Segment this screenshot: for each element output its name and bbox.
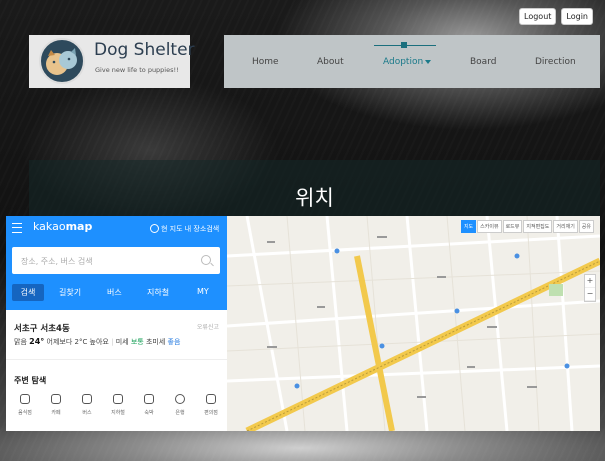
menu-icon[interactable]: [12, 223, 22, 233]
search-placeholder: 장소, 주소, 버스 검색: [21, 257, 93, 266]
map-cadastral[interactable]: 지적편집도: [523, 220, 553, 233]
nav-about[interactable]: About: [317, 57, 344, 67]
map-streets: [227, 216, 600, 431]
nav-adoption[interactable]: Adoption: [383, 57, 432, 67]
category-bank[interactable]: 은행: [166, 394, 194, 416]
nav-board[interactable]: Board: [470, 57, 496, 67]
nearby-categories: 음식점 카페 버스 지하철 숙박 은행 편의점: [8, 394, 225, 424]
zoom-in-icon[interactable]: +: [585, 275, 595, 288]
brand-slogan: Give new life to puppies!!: [95, 66, 179, 74]
section-banner: 위치: [29, 160, 600, 220]
tab-bus[interactable]: 버스: [107, 287, 122, 298]
login-button[interactable]: Login: [561, 8, 593, 25]
location-address: 서초구 서초4동: [14, 324, 70, 334]
active-indicator: [374, 42, 436, 48]
zoom-control: + −: [584, 274, 596, 302]
nav-home[interactable]: Home: [252, 57, 279, 67]
category-cafe[interactable]: 카페: [42, 394, 70, 416]
map-share[interactable]: 공유: [578, 220, 594, 233]
tab-search[interactable]: 검색: [12, 284, 44, 301]
map-panel-header: kakaomap 현 지도 내 장소검색 장소, 주소, 버스 검색 검색 길찾…: [6, 216, 227, 310]
kakaomap-logo[interactable]: kakaomap: [33, 220, 92, 233]
current-area-radio[interactable]: [150, 224, 159, 233]
bus-icon: [82, 394, 92, 404]
cafe-icon: [51, 394, 61, 404]
weather-info: 맑음 24° 어제보다 2°C 높아요 | 미세 보통 초미세 좋음: [14, 337, 181, 346]
category-lodging[interactable]: 숙박: [135, 394, 163, 416]
tab-subway[interactable]: 지하철: [147, 287, 169, 298]
map-measure[interactable]: 거리재기: [553, 220, 578, 233]
nearby-title: 주변 탐색: [14, 376, 47, 385]
report-error-link[interactable]: 오류신고: [197, 322, 219, 331]
tab-directions[interactable]: 길찾기: [59, 287, 81, 298]
map-canvas[interactable]: 지도 스카이뷰 로드뷰 지적편집도 거리재기 공유 + −: [227, 216, 600, 431]
map-side-panel: kakaomap 현 지도 내 장소검색 장소, 주소, 버스 검색 검색 길찾…: [6, 216, 227, 431]
restaurant-icon: [20, 394, 30, 404]
logout-button[interactable]: Logout: [519, 8, 557, 25]
map-roadview[interactable]: 로드뷰: [502, 220, 523, 233]
panel-tabs: 검색 길찾기 버스 지하철 MY: [6, 284, 227, 302]
current-area-label: 현 지도 내 장소검색: [161, 225, 220, 233]
place-search-input[interactable]: 장소, 주소, 버스 검색: [12, 247, 220, 274]
subway-icon: [113, 394, 123, 404]
auth-buttons: Logout Login: [519, 8, 593, 25]
page-title: 위치: [295, 186, 334, 210]
category-convenience[interactable]: 편의점: [197, 394, 225, 416]
store-icon: [206, 394, 216, 404]
nav-direction[interactable]: Direction: [535, 57, 576, 67]
main-nav: Home About Adoption Board Direction: [224, 35, 600, 88]
kakao-map-embed: kakaomap 현 지도 내 장소검색 장소, 주소, 버스 검색 검색 길찾…: [6, 216, 600, 431]
bank-icon: [175, 394, 185, 404]
nav-adoption-label: Adoption: [383, 57, 424, 67]
caret-down-icon: [425, 59, 432, 64]
category-restaurant[interactable]: 음식점: [11, 394, 39, 416]
category-subway[interactable]: 지하철: [104, 394, 132, 416]
category-bus[interactable]: 버스: [73, 394, 101, 416]
site-logo[interactable]: Dog Shelter Give new life to puppies!!: [29, 35, 195, 88]
panel-divider: [6, 359, 227, 360]
bed-icon: [144, 394, 154, 404]
tab-my[interactable]: MY: [197, 287, 209, 296]
brand-name: Dog Shelter: [94, 40, 195, 60]
zoom-out-icon[interactable]: −: [585, 288, 595, 301]
map-type-controls: 지도 스카이뷰 로드뷰 지적편집도 거리재기 공유: [460, 220, 594, 239]
map-type-map[interactable]: 지도: [460, 220, 477, 233]
search-icon[interactable]: [201, 255, 211, 265]
map-type-skyview[interactable]: 스카이뷰: [477, 220, 502, 233]
dog-logo-icon: [39, 38, 85, 84]
